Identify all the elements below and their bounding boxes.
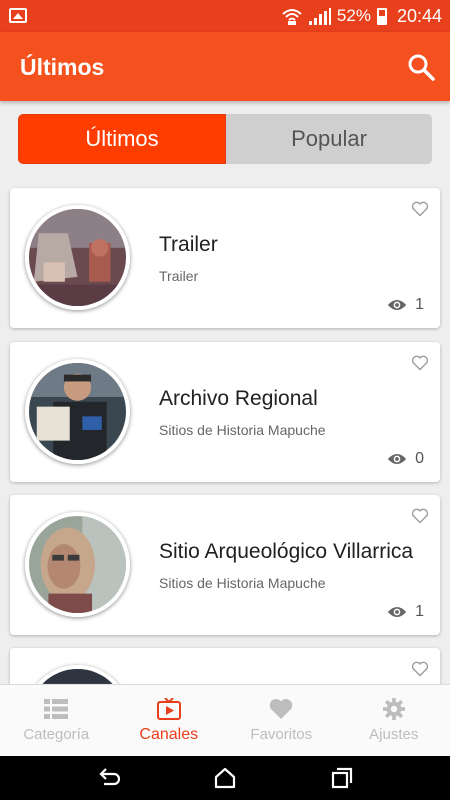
view-count: 1 (387, 296, 424, 314)
favorite-heart-icon[interactable] (411, 661, 429, 677)
image-notification-icon (9, 8, 27, 23)
page-title: Últimos (20, 54, 105, 80)
eye-icon (387, 607, 407, 617)
card-subtitle: Sitios de Historia Mapuche (159, 422, 326, 438)
gear-icon (382, 698, 405, 720)
search-icon[interactable] (406, 52, 436, 82)
status-bar: 52% 20:44 (0, 0, 450, 32)
signal-icon (308, 7, 331, 25)
wifi-icon (282, 9, 302, 25)
nav-canales[interactable]: Canales (113, 685, 226, 756)
tv-icon (156, 697, 181, 720)
thumbnail-man-with-document (25, 359, 130, 464)
home-icon[interactable] (212, 765, 238, 791)
video-list: Trailer Trailer 1 Archivo Regional Sitio… (0, 186, 450, 684)
list-item[interactable]: Archivo Regional Sitios de Historia Mapu… (10, 342, 440, 482)
recents-icon[interactable] (329, 765, 355, 791)
battery-icon (376, 7, 387, 25)
tab-ultimos[interactable]: Últimos (18, 114, 226, 164)
bottom-navigation: Categoría Canales Favoritos Ajustes (0, 684, 450, 756)
view-count-value: 1 (415, 603, 424, 620)
battery-percent: 52% (336, 6, 371, 25)
nav-label: Categoría (23, 726, 90, 743)
card-subtitle: Trailer (159, 268, 199, 284)
thumbnail-museum-display (25, 205, 130, 310)
system-navigation-bar (0, 756, 450, 800)
list-item[interactable] (10, 648, 440, 684)
nav-label: Ajustes (369, 726, 419, 743)
view-count-value: 0 (415, 450, 424, 467)
card-title: Archivo Regional (159, 387, 318, 410)
list-icon (44, 699, 69, 719)
nav-categoria[interactable]: Categoría (0, 685, 113, 756)
eye-icon (387, 454, 407, 464)
favorite-heart-icon[interactable] (411, 355, 429, 371)
card-subtitle: Sitios de Historia Mapuche (159, 575, 326, 591)
list-item[interactable]: Trailer Trailer 1 (10, 188, 440, 328)
back-icon[interactable] (96, 765, 122, 791)
nav-favoritos[interactable]: Favoritos (225, 685, 338, 756)
favorite-heart-icon[interactable] (411, 508, 429, 524)
favorite-heart-icon[interactable] (411, 201, 429, 217)
tab-popular[interactable]: Popular (226, 114, 432, 164)
list-item[interactable]: Sitio Arqueológico Villarrica Sitios de … (10, 495, 440, 635)
thumbnail-woman-portrait (25, 512, 130, 617)
nav-label: Favoritos (250, 726, 313, 743)
view-count: 1 (387, 603, 424, 621)
nav-ajustes[interactable]: Ajustes (338, 685, 450, 756)
segmented-tabs: Últimos Popular (18, 114, 432, 164)
clock: 20:44 (396, 5, 442, 26)
status-indicators: 52% 20:44 (281, 0, 442, 32)
view-count: 0 (387, 450, 424, 468)
nav-label: Canales (139, 725, 199, 743)
app-bar: Últimos (0, 32, 450, 101)
thumbnail-partial (25, 665, 130, 684)
card-title: Trailer (159, 233, 218, 256)
heart-icon (270, 699, 293, 719)
card-title: Sitio Arqueológico Villarrica (159, 540, 414, 563)
view-count-value: 1 (415, 296, 424, 313)
eye-icon (387, 300, 407, 310)
